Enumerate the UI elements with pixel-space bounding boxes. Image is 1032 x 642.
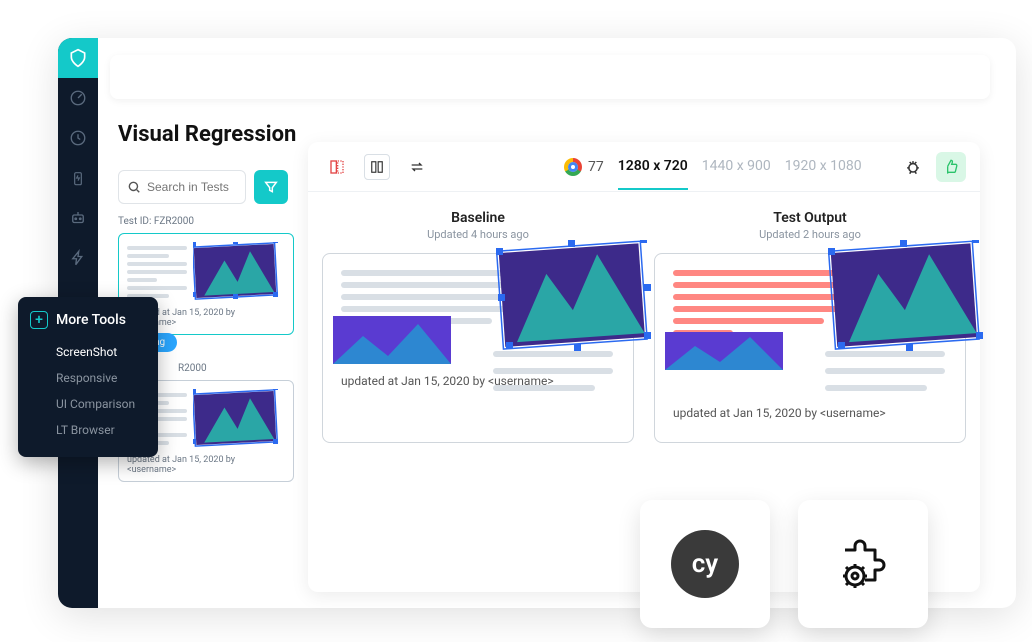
- bug-icon[interactable]: [900, 154, 926, 180]
- nav-bolt-icon[interactable]: [58, 238, 98, 278]
- page-title: Visual Regression: [118, 122, 296, 147]
- search-row: [118, 170, 288, 204]
- search-icon: [127, 180, 141, 194]
- puzzle-gear-icon: [831, 532, 895, 596]
- more-tools-item-uicomparison[interactable]: UI Comparison: [30, 391, 146, 417]
- integration-cards: cy: [640, 500, 928, 628]
- plugin-card[interactable]: [798, 500, 928, 628]
- resolution-option[interactable]: 1280 x 720: [618, 144, 688, 190]
- chrome-icon: [564, 158, 582, 176]
- search-input[interactable]: [147, 180, 237, 194]
- baseline-secondary-thumb: [333, 316, 451, 364]
- resolution-option[interactable]: 1440 x 900: [702, 144, 771, 190]
- baseline-column: Baseline Updated 4 hours ago: [322, 210, 634, 443]
- more-tools-header-label: More Tools: [56, 312, 126, 328]
- output-title: Test Output: [654, 210, 966, 226]
- more-tools-item-ltbrowser[interactable]: LT Browser: [30, 417, 146, 443]
- diff-highlight-icon[interactable]: [324, 154, 350, 180]
- panel-toolbar: 77 1280 x 720 1440 x 900 1920 x 1080: [308, 142, 980, 192]
- thumbs-up-icon: [943, 159, 959, 175]
- cypress-icon: cy: [671, 530, 739, 598]
- test-card-lines: [127, 242, 187, 298]
- test-card-thumb: [193, 389, 279, 447]
- approve-button[interactable]: [936, 152, 966, 182]
- nav-battery-icon[interactable]: [58, 158, 98, 198]
- filter-button[interactable]: [254, 170, 288, 204]
- nav-clock-icon[interactable]: [58, 118, 98, 158]
- search-box[interactable]: [118, 170, 246, 204]
- brand-logo[interactable]: [58, 38, 98, 78]
- top-bar: [110, 55, 990, 99]
- nav-robot-icon[interactable]: [58, 198, 98, 238]
- output-overlay-thumb: [828, 240, 983, 355]
- baseline-card[interactable]: updated at Jan 15, 2020 by <username>: [322, 253, 634, 443]
- side-by-side-icon[interactable]: [364, 154, 390, 180]
- nav-gauge-icon[interactable]: [58, 78, 98, 118]
- plus-icon: +: [30, 311, 48, 329]
- more-tools-header[interactable]: + More Tools: [30, 311, 146, 329]
- browser-version: 77: [588, 159, 604, 175]
- cypress-card[interactable]: cy: [640, 500, 770, 628]
- resolution-option[interactable]: 1920 x 1080: [785, 144, 862, 190]
- filter-icon: [263, 179, 279, 195]
- browser-chip[interactable]: 77: [564, 158, 604, 176]
- output-card[interactable]: updated at Jan 15, 2020 by <username>: [654, 253, 966, 443]
- test-id-label: Test ID: FZR2000: [118, 216, 294, 227]
- swap-icon[interactable]: [404, 154, 430, 180]
- output-updated: updated at Jan 15, 2020 by <username>: [673, 406, 947, 420]
- more-tools-item-screenshot[interactable]: ScreenShot: [30, 339, 146, 365]
- more-tools-menu: + More Tools ScreenShot Responsive UI Co…: [18, 297, 158, 457]
- output-column: Test Output Updated 2 hours ago: [654, 210, 966, 443]
- baseline-overlay-thumb: [496, 240, 651, 355]
- more-tools-item-responsive[interactable]: Responsive: [30, 365, 146, 391]
- baseline-title: Baseline: [322, 210, 634, 226]
- test-card-thumb: [193, 242, 279, 300]
- output-secondary-thumb: [665, 332, 783, 380]
- test-card-updated: updated at Jan 15, 2020 by <username>: [127, 455, 285, 475]
